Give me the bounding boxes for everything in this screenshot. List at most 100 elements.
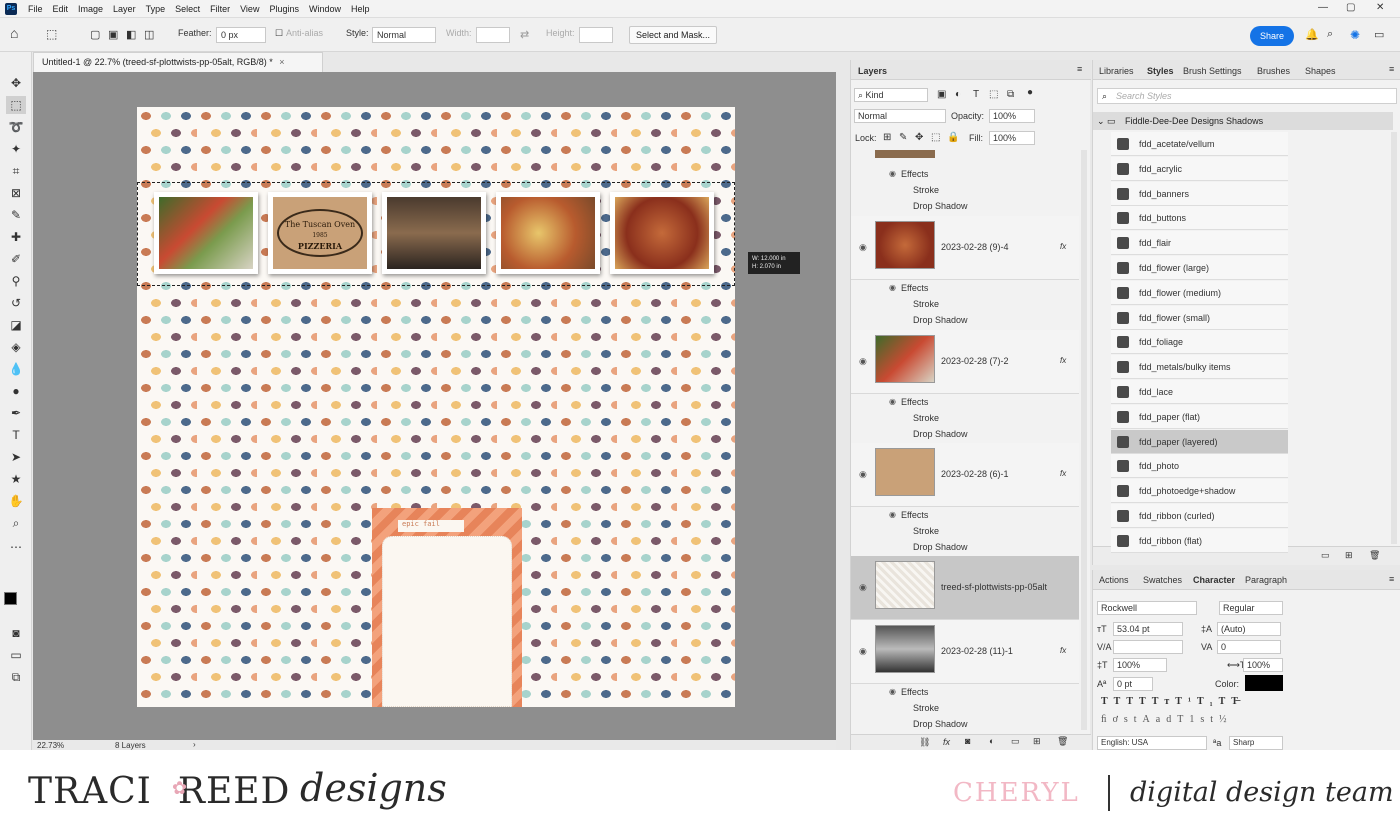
- notifications-icon[interactable]: 🔔: [1305, 28, 1319, 41]
- style-item[interactable]: fdd_foliage: [1111, 330, 1288, 355]
- layer-effect-stroke[interactable]: Stroke: [851, 182, 1079, 198]
- titling-alternates-button[interactable]: T: [1177, 714, 1189, 725]
- faux-bold-button[interactable]: T: [1101, 696, 1114, 707]
- tab-paragraph[interactable]: Paragraph: [1245, 575, 1287, 585]
- style-item[interactable]: fdd_banners: [1111, 181, 1288, 206]
- quick-mask-icon[interactable]: ◙: [6, 624, 26, 642]
- menu-edit[interactable]: Edit: [48, 4, 74, 14]
- text-color-swatch[interactable]: [1245, 675, 1283, 691]
- artboard-icon[interactable]: ⧉: [6, 668, 26, 686]
- subscript-button[interactable]: T₁: [1197, 696, 1219, 707]
- menu-plugins[interactable]: Plugins: [264, 4, 304, 14]
- chevron-down-icon[interactable]: ⌄: [1097, 116, 1105, 127]
- clone-stamp-icon[interactable]: ⚲: [6, 272, 26, 290]
- tab-character[interactable]: Character: [1193, 575, 1235, 585]
- layer-name[interactable]: 2023-02-28 (6)-1: [941, 469, 1009, 479]
- antialias-select[interactable]: Sharp: [1229, 736, 1283, 750]
- lock-position-icon[interactable]: ✥: [915, 132, 923, 143]
- layer-row[interactable]: ◉ 2023-02-28 (11)-1 fx: [851, 620, 1079, 684]
- layer-visibility-icon[interactable]: ◉: [859, 242, 867, 253]
- style-item[interactable]: fdd_photoedge+shadow: [1111, 479, 1288, 504]
- zoom-tool-icon[interactable]: ⌕: [6, 514, 26, 532]
- layer-effect-drop-shadow[interactable]: Drop Shadow: [851, 312, 1079, 328]
- share-button[interactable]: Share: [1250, 26, 1294, 46]
- effects-visibility-icon[interactable]: ◉: [889, 169, 896, 178]
- search-icon[interactable]: ⌕: [1327, 28, 1333, 41]
- style-item[interactable]: fdd_acrylic: [1111, 156, 1288, 181]
- style-select[interactable]: Normal: [372, 27, 436, 43]
- layer-effect-drop-shadow[interactable]: Drop Shadow: [851, 716, 1079, 732]
- menu-select[interactable]: Select: [170, 4, 205, 14]
- new-layer-icon[interactable]: ⊞: [1033, 736, 1041, 747]
- zoom-level[interactable]: 22.73%: [37, 741, 64, 750]
- new-group-icon[interactable]: ▭: [1011, 736, 1020, 747]
- tab-brush-settings[interactable]: Brush Settings: [1183, 66, 1242, 76]
- small-caps-button[interactable]: Tт: [1152, 696, 1176, 707]
- photo-pizza-1[interactable]: [496, 192, 600, 274]
- filter-kind-select[interactable]: ⌕ Kind: [854, 88, 928, 102]
- new-style-group-icon[interactable]: ▭: [1321, 550, 1330, 561]
- layers-scrollbar[interactable]: [1081, 150, 1087, 730]
- subtract-selection-icon[interactable]: ◧: [126, 28, 136, 41]
- layer-effect-drop-shadow[interactable]: Drop Shadow: [851, 426, 1079, 442]
- style-item[interactable]: fdd_flower (large): [1111, 256, 1288, 280]
- underline-button[interactable]: T: [1219, 696, 1232, 707]
- frame-tool-icon[interactable]: ⊠: [6, 184, 26, 202]
- history-brush-icon[interactable]: ↺: [6, 294, 26, 312]
- lock-transparent-icon[interactable]: ⊞: [883, 132, 891, 143]
- adjustment-layer-icon[interactable]: ◐: [989, 736, 994, 746]
- swap-icon[interactable]: ⇄: [520, 28, 529, 41]
- minimize-icon[interactable]: —: [1318, 2, 1328, 13]
- healing-brush-icon[interactable]: ✚: [6, 228, 26, 246]
- layer-visibility-icon[interactable]: ◉: [859, 582, 867, 593]
- layer-effect-stroke[interactable]: Stroke: [851, 296, 1079, 312]
- layer-name[interactable]: 2023-02-28 (9)-4: [941, 242, 1009, 252]
- tab-brushes[interactable]: Brushes: [1257, 66, 1290, 76]
- effects-visibility-icon[interactable]: ◉: [889, 397, 896, 406]
- add-mask-icon[interactable]: ◙: [965, 736, 970, 746]
- intersect-selection-icon[interactable]: ◫: [144, 28, 154, 41]
- blend-mode-select[interactable]: Normal: [854, 109, 946, 123]
- new-style-icon[interactable]: ⊞: [1345, 550, 1353, 561]
- font-size-input[interactable]: 53.04 pt: [1113, 622, 1183, 636]
- effects-visibility-icon[interactable]: ◉: [889, 687, 896, 696]
- ordinals-button[interactable]: 1st: [1189, 714, 1219, 725]
- layer-row-selected[interactable]: ◉ treed-sf-plottwists-pp-05alt: [851, 556, 1079, 620]
- layer-visibility-icon[interactable]: ◉: [859, 646, 867, 657]
- layer-effect-stroke[interactable]: Stroke: [851, 410, 1079, 426]
- faux-italic-button[interactable]: T: [1114, 696, 1127, 707]
- paint-bucket-icon[interactable]: ◈: [6, 338, 26, 356]
- path-selection-icon[interactable]: ➤: [6, 448, 26, 466]
- layer-name[interactable]: 2023-02-28 (7)-2: [941, 356, 1009, 366]
- photo-restaurant-interior[interactable]: [382, 192, 486, 274]
- close-icon[interactable]: ✕: [1376, 2, 1384, 13]
- menu-help[interactable]: Help: [346, 4, 375, 14]
- style-group-header[interactable]: ⌄ ▭ Fiddle-Dee-Dee Designs Shadows: [1093, 112, 1393, 130]
- lock-pixels-icon[interactable]: ✎: [899, 132, 907, 143]
- menu-image[interactable]: Image: [73, 4, 108, 14]
- filter-toggle-icon[interactable]: ●: [1027, 87, 1033, 98]
- strikethrough-button[interactable]: T̶: [1231, 696, 1244, 707]
- layer-fx-badge[interactable]: fx: [1060, 242, 1066, 251]
- type-style-buttons[interactable]: TTTTTтT¹T₁TT̶: [1101, 696, 1244, 707]
- style-item[interactable]: fdd_photo: [1111, 454, 1288, 479]
- pen-tool-icon[interactable]: ✒: [6, 404, 26, 422]
- eraser-icon[interactable]: ◪: [6, 316, 26, 334]
- layer-effect-drop-shadow[interactable]: Drop Shadow: [851, 539, 1079, 555]
- delete-style-icon[interactable]: 🗑: [1369, 550, 1380, 561]
- crop-tool-icon[interactable]: ⌗: [6, 162, 26, 180]
- discover-icon[interactable]: ✺: [1350, 28, 1360, 42]
- old-style-button[interactable]: ơ: [1113, 714, 1124, 725]
- tab-actions[interactable]: Actions: [1099, 575, 1129, 585]
- layer-effects-row[interactable]: ◉ Effects: [851, 394, 1079, 410]
- superscript-button[interactable]: T¹: [1175, 696, 1197, 707]
- height-input[interactable]: [579, 27, 613, 43]
- tab-close-icon[interactable]: ×: [279, 57, 284, 67]
- fill-input[interactable]: 100%: [989, 131, 1035, 145]
- layer-visibility-icon[interactable]: ◉: [859, 469, 867, 480]
- layer-effects-row[interactable]: ◉ Effects: [851, 684, 1079, 700]
- layer-row[interactable]: ◉ 2023-02-28 (9)-4 fx: [851, 216, 1079, 280]
- workspace-icon[interactable]: ▭: [1374, 28, 1384, 41]
- anti-alias-checkbox[interactable]: ☐: [275, 28, 283, 39]
- font-style-select[interactable]: Regular: [1219, 601, 1283, 615]
